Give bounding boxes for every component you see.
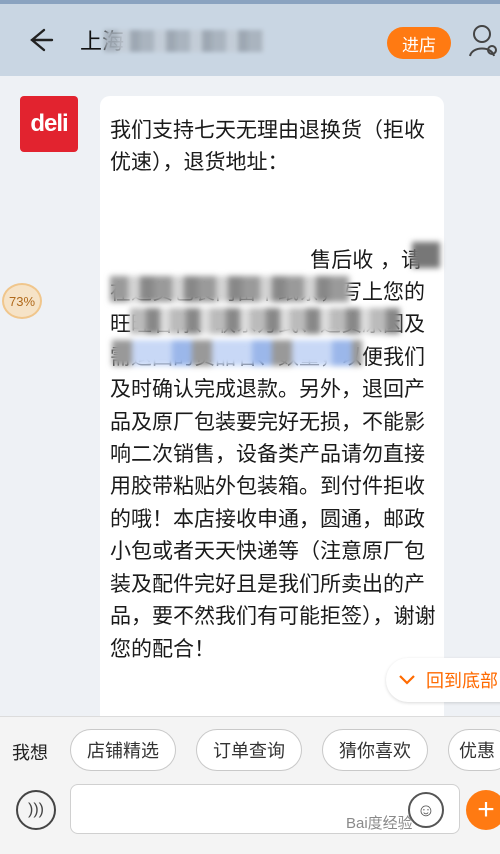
- voice-icon[interactable]: ))): [16, 790, 56, 830]
- enter-store-button[interactable]: 进店: [387, 27, 451, 59]
- chevron-down-icon: [399, 675, 415, 685]
- quick-reply-bar: 我想 店铺精选 订单查询 猜你喜欢 优惠: [0, 716, 500, 782]
- back-arrow-icon[interactable]: [26, 26, 54, 54]
- message-bubble: 我们支持七天无理由退换货（拒收优速），退货地址： 售后收 ，请在退货包裹内留下纸…: [100, 96, 444, 726]
- back-to-bottom-label: 回到底部: [426, 671, 498, 691]
- user-settings-icon[interactable]: [468, 24, 500, 60]
- plus-icon[interactable]: +: [466, 790, 500, 830]
- chip-you-may-like[interactable]: 猜你喜欢: [322, 729, 428, 771]
- input-bar: ))) ☺ +: [0, 782, 500, 854]
- redacted-phone: [112, 340, 362, 366]
- back-to-bottom-button[interactable]: 回到底部: [386, 658, 500, 702]
- shop-avatar[interactable]: deli: [20, 96, 78, 152]
- emoji-icon[interactable]: ☺: [408, 792, 444, 828]
- watermark: Bai度经验: [346, 815, 413, 832]
- chip-order-query[interactable]: 订单查询: [196, 729, 302, 771]
- redacted-address: [130, 308, 400, 334]
- redacted-title: [104, 30, 264, 52]
- message-text: 我们支持七天无理由退换货（拒收优速），退货地址： 售后收 ，请在退货包裹内留下纸…: [110, 118, 436, 661]
- chip-shop-picks[interactable]: 店铺精选: [70, 729, 176, 771]
- redacted-text: [412, 242, 440, 268]
- redacted-address: [110, 276, 350, 302]
- progress-badge: 73%: [2, 283, 42, 319]
- quick-reply-label: 我想: [12, 743, 48, 763]
- chip-discount[interactable]: 优惠: [448, 729, 500, 771]
- chat-header: 上海 进店: [0, 4, 500, 76]
